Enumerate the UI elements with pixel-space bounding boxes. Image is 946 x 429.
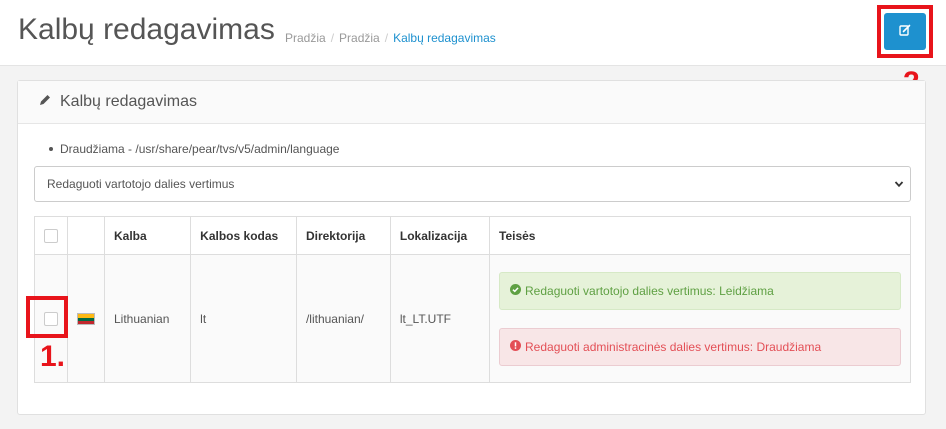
cell-directory: /lithuanian/ <box>295 254 391 383</box>
column-header-locale: Lokalizacija <box>389 216 491 255</box>
select-value: Redaguoti vartotojo dalies vertimus <box>47 177 235 191</box>
translation-scope-select[interactable]: Redaguoti vartotojo dalies vertimus <box>34 166 911 202</box>
breadcrumb-item-home-2[interactable]: Pradžia <box>339 31 380 45</box>
column-header-directory: Direktorija <box>295 216 391 255</box>
flag-cell <box>67 254 105 383</box>
table-row: Lithuanian lt /lithuanian/ lt_LT.UTF Red… <box>34 254 911 383</box>
pencil-icon <box>38 93 60 112</box>
check-circle-icon <box>510 283 525 298</box>
lithuania-flag-icon <box>77 313 95 326</box>
cell-locale: lt_LT.UTF <box>389 254 491 383</box>
annotation-box-row-checkbox <box>26 296 68 338</box>
breadcrumb-separator: / <box>330 31 335 45</box>
cell-code: lt <box>190 254 297 383</box>
breadcrumb-item-home[interactable]: Pradžia <box>285 31 326 45</box>
permission-allowed-alert: Redaguoti vartotojo dalies vertimus: Lei… <box>499 271 901 310</box>
table-header-row: Kalba Kalbos kodas Direktorija Lokalizac… <box>34 216 911 255</box>
exclamation-circle-icon <box>510 339 525 354</box>
cell-permissions: Redaguoti vartotojo dalies vertimus: Lei… <box>489 254 911 383</box>
permission-denied-alert: Redaguoti administracinės dalies vertimu… <box>499 327 901 366</box>
languages-panel: Kalbų redagavimas Draudžiama - /usr/shar… <box>17 80 926 415</box>
column-header-language: Kalba <box>103 216 192 255</box>
breadcrumb-separator: / <box>384 31 389 45</box>
panel-heading-title: Kalbų redagavimas <box>60 93 197 110</box>
chevron-down-icon <box>894 178 904 192</box>
annotation-box-edit-button <box>877 5 933 58</box>
annotation-label-1: 1. <box>40 340 66 373</box>
languages-table: Kalba Kalbos kodas Direktorija Lokalizac… <box>34 216 911 383</box>
flag-header <box>67 216 105 255</box>
breadcrumb: Pradžia / Pradžia / Kalbų redagavimas <box>285 31 496 45</box>
column-header-code: Kalbos kodas <box>190 216 297 255</box>
cell-language: Lithuanian <box>103 254 192 383</box>
page-header: Kalbų redagavimas Pradžia / Pradžia / Kalbų … <box>0 0 946 66</box>
column-header-permissions: Teisės <box>489 216 911 255</box>
select-all-checkbox[interactable] <box>44 228 58 243</box>
permission-allowed-text: Redaguoti vartotojo dalies vertimus: Lei… <box>525 283 774 298</box>
directory-status-text: Draudžiama - /usr/share/pear/tvs/v5/admi… <box>48 142 340 156</box>
panel-heading: Kalbų redagavimas <box>18 81 925 124</box>
page-title: Kalbų redagavimas <box>18 13 275 46</box>
breadcrumb-item-current[interactable]: Kalbų redagavimas <box>393 31 496 45</box>
select-all-cell <box>34 216 68 255</box>
permission-denied-text: Redaguoti administracinės dalies vertimu… <box>525 339 822 354</box>
